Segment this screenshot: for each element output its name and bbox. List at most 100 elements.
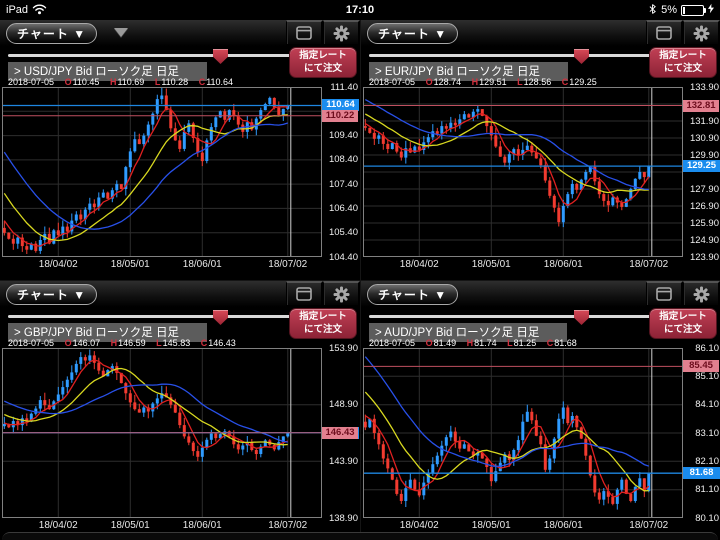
x-tick-label: 18/06/01 (170, 520, 234, 531)
chevron-down-icon[interactable] (114, 28, 128, 44)
bid-price-label: 129.25 (683, 160, 720, 172)
layout-window-icon (296, 26, 312, 40)
y-tick-label: 85.10 (695, 371, 719, 382)
chart-quadrant: チャート ▼ (360, 280, 720, 540)
period-slider-track[interactable] (8, 315, 292, 318)
bid-price-label: 81.68 (683, 467, 720, 479)
x-axis-labels: 18/04/0218/05/0118/06/0118/07/02 (363, 259, 683, 272)
chart-grid: チャート ▼ (0, 20, 720, 540)
chart-quadrant: チャート ▼ (0, 280, 360, 540)
y-tick-label: 106.40 (329, 203, 358, 214)
y-tick-label: 125.90 (690, 218, 719, 229)
y-tick-label: 143.90 (329, 456, 358, 467)
x-tick-label: 18/05/01 (98, 520, 162, 531)
chart-toolbar: チャート ▼ (361, 20, 720, 47)
chart-toolbar: チャート ▼ (0, 20, 360, 47)
chart-toolbar: チャート ▼ (0, 281, 360, 308)
x-tick-label: 18/05/01 (98, 259, 162, 270)
x-tick-label: 18/07/02 (256, 259, 320, 270)
clock: 17:10 (0, 4, 720, 16)
layout-window-button[interactable] (286, 281, 323, 307)
chart-menu-button[interactable]: チャート ▼ (367, 23, 458, 44)
chart-menu-button[interactable]: チャート ▼ (6, 284, 97, 305)
ohlc-readout: 2018-07-05 O128.74 H129.51 L128.56 C129.… (369, 77, 597, 87)
chart-date: 2018-07-05 (369, 338, 415, 348)
layout-window-button[interactable] (646, 20, 683, 46)
chart-date: 2018-07-05 (8, 338, 54, 348)
x-tick-label: 18/04/02 (387, 259, 451, 270)
chart-quadrant: チャート ▼ (360, 20, 720, 280)
battery-percent-label: 5% (661, 4, 677, 16)
chart-menu-button[interactable]: チャート ▼ (367, 284, 458, 305)
x-tick-label: 18/07/02 (617, 259, 681, 270)
period-slider-handle[interactable] (574, 49, 589, 64)
candlestick-chart[interactable] (363, 348, 683, 518)
y-axis-labels: 111.40109.40108.40107.40106.40105.40104.… (322, 20, 360, 280)
x-tick-label: 18/07/02 (617, 520, 681, 531)
layout-window-button[interactable] (646, 281, 683, 307)
period-slider-handle[interactable] (213, 49, 228, 64)
charging-bolt-icon (708, 3, 714, 17)
period-slider (8, 310, 292, 324)
x-tick-label: 18/05/01 (459, 259, 523, 270)
period-slider (8, 49, 292, 63)
y-tick-label: 129.90 (690, 150, 719, 161)
y-tick-label: 130.90 (690, 133, 719, 144)
battery-icon (681, 5, 704, 16)
ohlc-readout: 2018-07-05 O146.07 H146.59 L145.83 C146.… (8, 338, 236, 348)
x-tick-label: 18/04/02 (387, 520, 451, 531)
status-bar: iPad 17:10 5% (0, 0, 720, 20)
x-tick-label: 18/07/02 (256, 520, 320, 531)
order-rate-label: 110.22 (322, 110, 358, 122)
chart-quadrant: チャート ▼ (0, 20, 360, 280)
x-tick-label: 18/06/01 (170, 259, 234, 270)
period-slider-track[interactable] (369, 54, 653, 57)
period-slider-handle[interactable] (574, 310, 589, 325)
ohlc-readout: 2018-07-05 O81.49 H81.74 L81.25 C81.68 (369, 338, 577, 348)
y-tick-label: 80.10 (695, 513, 719, 524)
layout-window-icon (656, 26, 672, 40)
y-tick-label: 148.90 (329, 399, 358, 410)
bottom-panel-edge (2, 532, 718, 540)
y-tick-label: 83.10 (695, 428, 719, 439)
y-tick-label: 109.40 (329, 130, 358, 141)
candlestick-chart[interactable] (363, 87, 683, 257)
y-tick-label: 111.40 (330, 82, 358, 93)
order-rate-label: 85.45 (683, 360, 719, 372)
period-slider-track[interactable] (369, 315, 653, 318)
period-slider (369, 49, 653, 63)
y-tick-label: 108.40 (329, 154, 358, 165)
y-tick-label: 131.90 (690, 116, 719, 127)
candlestick-chart[interactable] (2, 348, 322, 518)
y-tick-label: 107.40 (329, 179, 358, 190)
period-slider-track[interactable] (8, 54, 292, 57)
y-tick-label: 133.90 (690, 82, 719, 93)
x-tick-label: 18/05/01 (459, 520, 523, 531)
ohlc-readout: 2018-07-05 O110.45 H110.69 L110.28 C110.… (8, 77, 233, 87)
x-tick-label: 18/04/02 (26, 520, 90, 531)
order-rate-label: 132.81 (683, 100, 719, 112)
y-tick-label: 84.10 (695, 399, 719, 410)
y-tick-label: 105.40 (329, 227, 358, 238)
chart-menu-button[interactable]: チャート ▼ (6, 23, 97, 44)
bluetooth-icon (648, 3, 657, 18)
chart-date: 2018-07-05 (8, 77, 54, 87)
y-tick-label: 81.10 (695, 484, 719, 495)
y-tick-label: 153.90 (329, 343, 358, 354)
layout-window-button[interactable] (286, 20, 323, 46)
y-tick-label: 86.10 (695, 343, 719, 354)
x-tick-label: 18/06/01 (531, 520, 595, 531)
candlestick-chart[interactable] (2, 87, 322, 257)
y-axis-labels: 153.90148.90143.90138.90146.43146.43 (322, 281, 360, 540)
y-tick-label: 124.90 (690, 235, 719, 246)
chart-date: 2018-07-05 (369, 77, 415, 87)
layout-window-icon (296, 287, 312, 301)
y-tick-label: 123.90 (690, 252, 719, 263)
period-slider (369, 310, 653, 324)
period-slider-handle[interactable] (213, 310, 228, 325)
order-rate-label: 146.43 (322, 427, 358, 439)
layout-window-icon (656, 287, 672, 301)
y-axis-labels: 133.90131.90130.90129.90127.90126.90125.… (683, 20, 720, 280)
y-tick-label: 82.10 (695, 456, 719, 467)
y-tick-label: 127.90 (690, 184, 719, 195)
